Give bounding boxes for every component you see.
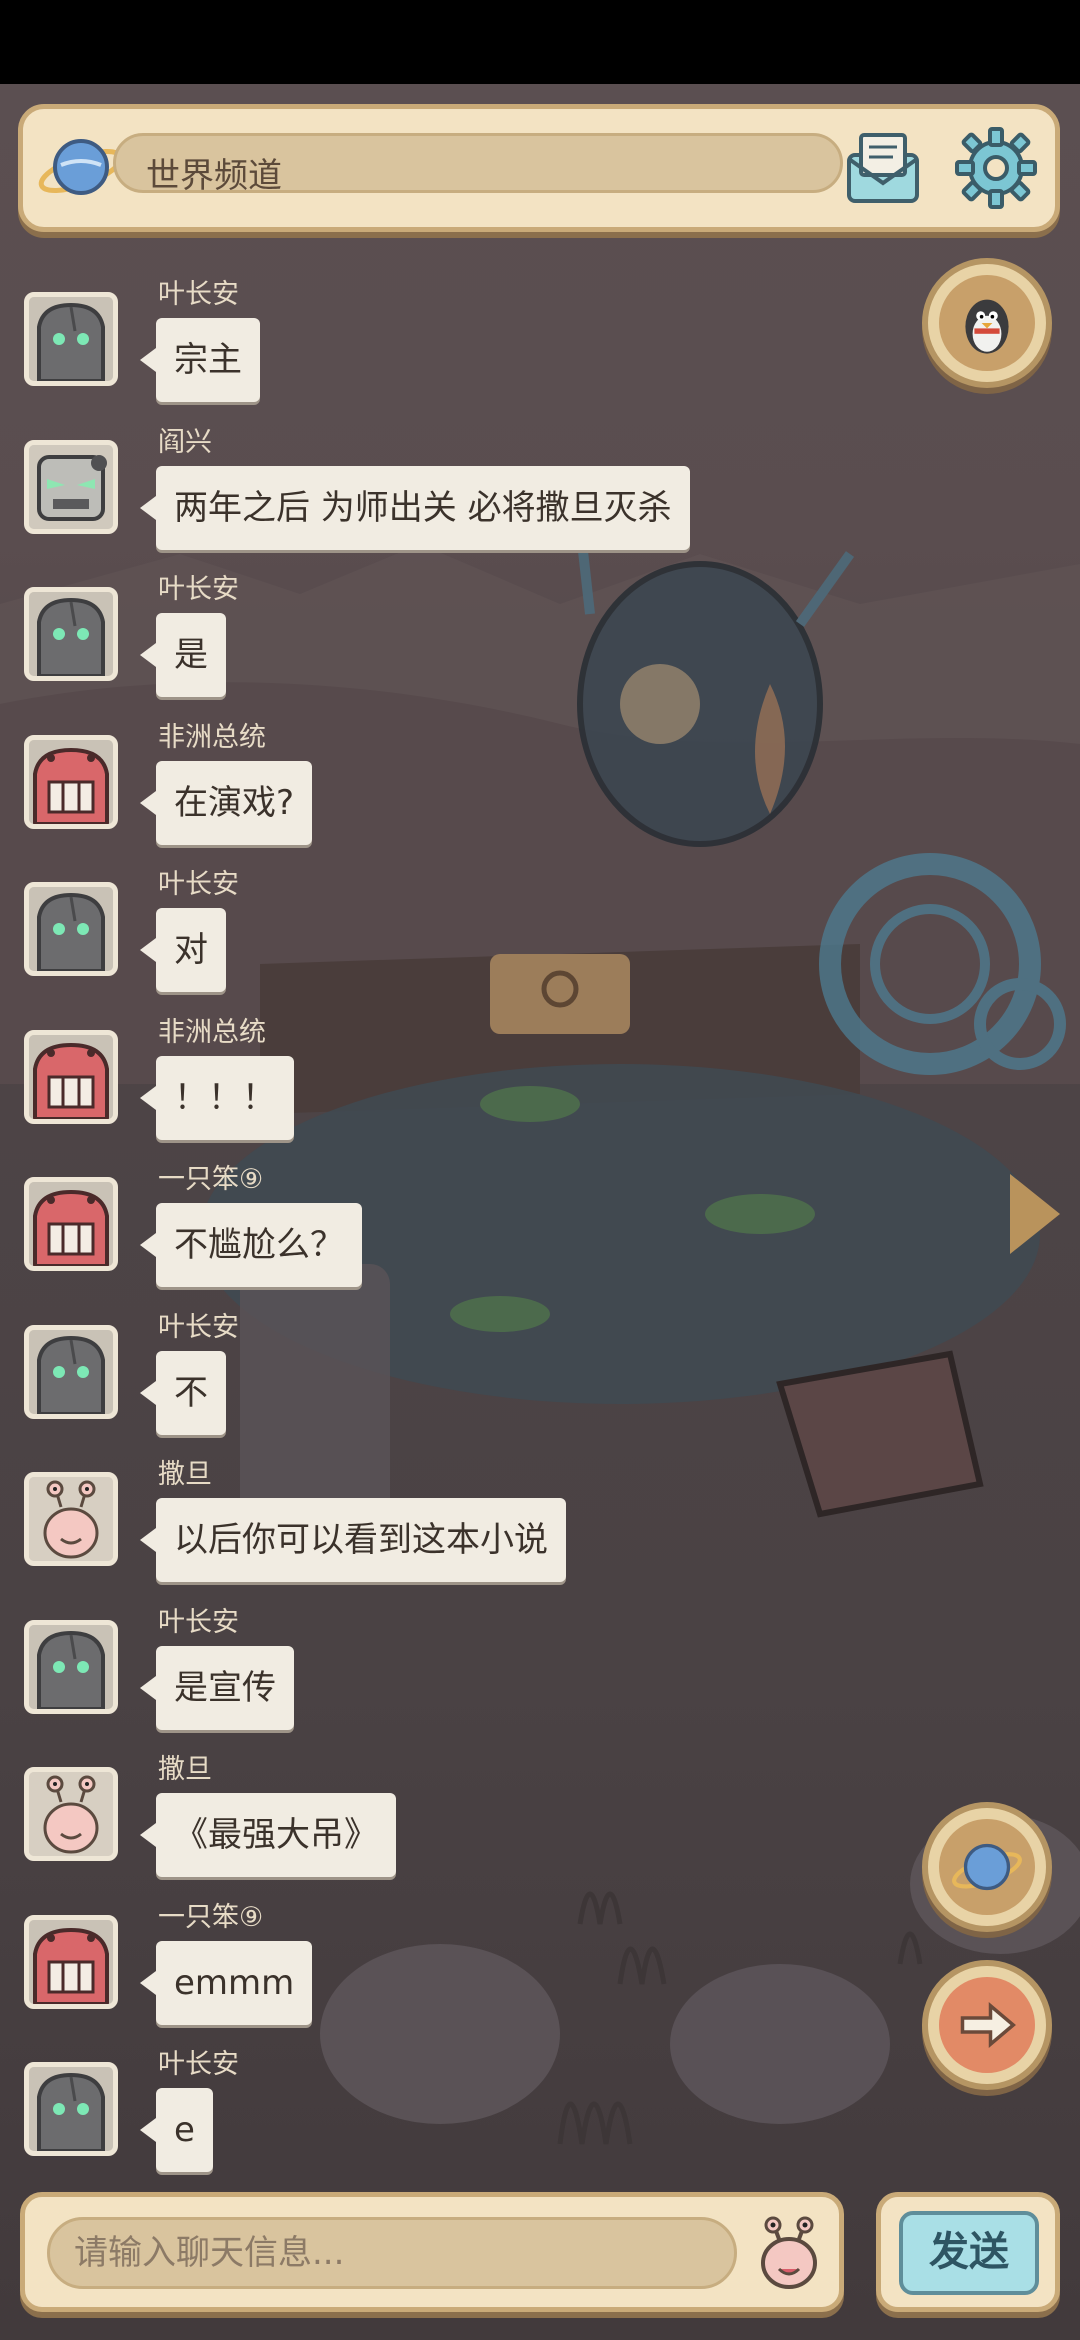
avatar[interactable] <box>24 1914 118 2009</box>
send-button[interactable]: 发送 <box>899 2211 1039 2295</box>
mail-icon[interactable] <box>841 127 925 207</box>
avatar[interactable] <box>24 2062 118 2156</box>
sender-name[interactable]: 阎兴 <box>158 420 212 459</box>
chat-input-panel <box>20 2192 844 2312</box>
message-bubble[interactable]: 对 <box>140 908 226 992</box>
sender-name[interactable]: 叶长安 <box>158 2042 239 2081</box>
sender-name[interactable]: 撒旦 <box>158 1452 212 1491</box>
chat-input[interactable] <box>47 2217 737 2289</box>
penguin-icon <box>939 275 1035 371</box>
message-bubble[interactable]: 两年之后 为师出关 必将撒旦灭杀 <box>140 465 690 550</box>
sender-name[interactable]: 叶长安 <box>158 272 239 311</box>
message-bubble[interactable]: 在演戏? <box>139 760 313 845</box>
message-bubble[interactable]: e <box>140 2088 213 2172</box>
channel-header: 世界频道 <box>18 104 1060 232</box>
message-bubble[interactable]: 是宣传 <box>140 1645 294 1730</box>
sender-name[interactable]: 叶长安 <box>158 1600 239 1639</box>
penguin-button[interactable] <box>922 258 1052 388</box>
avatar[interactable] <box>24 439 118 534</box>
avatar[interactable] <box>24 882 118 976</box>
message-bubble[interactable]: 以后你可以看到这本小说 <box>140 1498 566 1582</box>
avatar[interactable] <box>24 734 118 829</box>
message-bubble[interactable]: 不 <box>140 1350 226 1435</box>
sender-name[interactable]: 叶长安 <box>158 1305 239 1344</box>
message-bubble[interactable]: 是 <box>140 613 226 697</box>
message-bubble[interactable]: 《最强大吊》 <box>140 1793 396 1877</box>
planet-button[interactable] <box>922 1802 1052 1932</box>
avatar[interactable] <box>24 587 118 681</box>
sender-name[interactable]: 非洲总统 <box>158 1010 266 1049</box>
snail-emoji-icon[interactable] <box>749 2215 829 2295</box>
avatar[interactable] <box>24 292 118 386</box>
sender-name[interactable]: 叶长安 <box>158 862 239 901</box>
sender-name[interactable]: 叶长安 <box>158 567 239 606</box>
sender-name[interactable]: 一只笨⑨ <box>158 1895 263 1934</box>
channel-title: 世界频道 <box>146 156 282 196</box>
planet-button-icon <box>939 1819 1035 1915</box>
send-panel: 发送 <box>876 2192 1060 2312</box>
message-bubble[interactable]: emmm <box>139 1940 313 2025</box>
avatar[interactable] <box>24 1177 118 1271</box>
avatar[interactable] <box>24 1029 118 1124</box>
status-bar <box>0 0 1080 84</box>
message-bubble[interactable]: ！！！ <box>140 1055 294 1140</box>
message-bubble[interactable]: 宗主 <box>140 318 260 402</box>
avatar[interactable] <box>24 1619 118 1714</box>
sender-name[interactable]: 一只笨⑨ <box>158 1157 263 1196</box>
message-bubble[interactable]: 不尴尬么？ <box>140 1203 362 1287</box>
avatar[interactable] <box>24 1472 118 1566</box>
arrow-right-button[interactable] <box>922 1960 1052 2090</box>
sender-name[interactable]: 撒旦 <box>158 1747 212 1786</box>
avatar[interactable] <box>24 1324 118 1419</box>
channel-title-bar[interactable]: 世界频道 <box>113 133 843 196</box>
arrow-right-icon <box>939 1977 1035 2073</box>
avatar[interactable] <box>24 1767 118 1861</box>
sender-name[interactable]: 非洲总统 <box>158 715 266 754</box>
gear-icon[interactable] <box>951 123 1041 213</box>
